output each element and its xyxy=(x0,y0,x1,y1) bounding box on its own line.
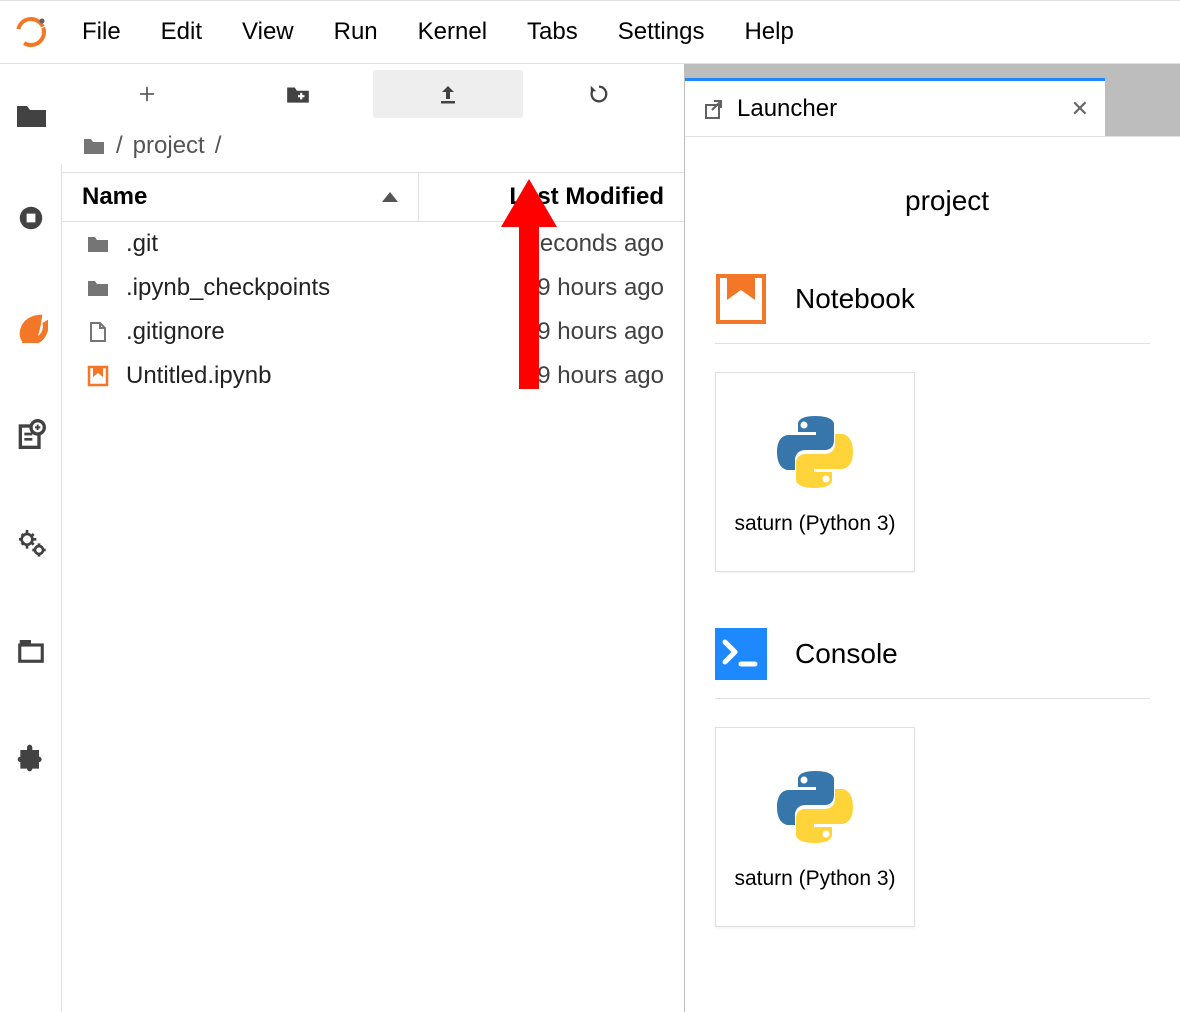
sidebar-folder-icon[interactable] xyxy=(0,64,62,164)
file-row[interactable]: Untitled.ipynb 19 hours ago xyxy=(62,354,684,398)
file-row[interactable]: .ipynb_checkpoints 19 hours ago xyxy=(62,266,684,310)
file-name: .ipynb_checkpoints xyxy=(126,274,429,302)
launcher-section-notebook: Notebook saturn (Python 3) xyxy=(715,273,1150,572)
sidebar-running-icon[interactable] xyxy=(0,164,62,272)
popout-icon xyxy=(701,97,725,121)
launcher-heading: project xyxy=(905,185,1150,217)
file-modified: seconds ago xyxy=(429,230,664,258)
file-row[interactable]: .gitignore 19 hours ago xyxy=(62,310,684,354)
sidebar-extensions-icon[interactable] xyxy=(0,704,62,812)
close-icon[interactable]: ✕ xyxy=(1071,96,1089,122)
file-list: .git seconds ago .ipynb_checkpoints 19 h… xyxy=(62,222,684,398)
sidebar-tabs-icon[interactable] xyxy=(0,596,62,704)
python-icon xyxy=(771,763,859,851)
file-browser-panel: / project / Name Last Modified .git seco… xyxy=(62,64,685,1012)
launcher-panel: project Notebook saturn (Python 3) Conso… xyxy=(685,136,1180,1012)
sidebar-settings-icon[interactable] xyxy=(0,488,62,596)
menu-edit[interactable]: Edit xyxy=(141,12,222,52)
column-name-label: Name xyxy=(82,183,147,211)
tab-title: Launcher xyxy=(737,95,837,123)
file-list-header: Name Last Modified xyxy=(62,172,684,222)
menu-run[interactable]: Run xyxy=(314,12,398,52)
menu-kernel[interactable]: Kernel xyxy=(398,12,507,52)
breadcrumb-folder[interactable]: project xyxy=(133,132,205,160)
file-name: .git xyxy=(126,230,429,258)
card-label: saturn (Python 3) xyxy=(734,867,895,891)
menu-help[interactable]: Help xyxy=(724,12,813,52)
section-title: Console xyxy=(795,638,898,670)
folder-icon xyxy=(82,232,114,256)
folder-icon xyxy=(82,134,106,158)
menubar: File Edit View Run Kernel Tabs Settings … xyxy=(62,12,814,52)
file-browser-toolbar xyxy=(62,64,684,124)
menu-file[interactable]: File xyxy=(62,12,141,52)
menu-settings[interactable]: Settings xyxy=(598,12,725,52)
column-name[interactable]: Name xyxy=(62,173,419,221)
jupyter-logo-icon xyxy=(0,16,62,48)
launcher-section-console: Console saturn (Python 3) xyxy=(715,628,1150,927)
breadcrumb[interactable]: / project / xyxy=(62,124,684,172)
breadcrumb-root[interactable]: / xyxy=(116,132,123,160)
top-menubar: File Edit View Run Kernel Tabs Settings … xyxy=(0,0,1180,64)
sidebar-leaf-icon[interactable] xyxy=(0,272,62,380)
upload-button[interactable] xyxy=(373,70,523,118)
column-modified[interactable]: Last Modified xyxy=(419,173,684,221)
file-modified: 19 hours ago xyxy=(429,318,664,346)
section-title: Notebook xyxy=(795,283,915,315)
menu-tabs[interactable]: Tabs xyxy=(507,12,598,52)
launcher-card-notebook-python[interactable]: saturn (Python 3) xyxy=(715,372,915,572)
file-name: Untitled.ipynb xyxy=(126,362,429,390)
menu-view[interactable]: View xyxy=(222,12,314,52)
sort-ascending-icon xyxy=(382,192,398,202)
notebook-icon xyxy=(82,364,114,388)
tab-launcher[interactable]: Launcher ✕ xyxy=(685,78,1105,136)
work-area: Launcher ✕ project Notebook saturn (Pyth… xyxy=(685,64,1180,1012)
new-folder-button[interactable] xyxy=(223,70,373,118)
tab-bar: Launcher ✕ xyxy=(685,78,1180,136)
folder-icon xyxy=(82,276,114,300)
section-header: Notebook xyxy=(715,273,1150,344)
refresh-button[interactable] xyxy=(524,70,674,118)
file-modified: 19 hours ago xyxy=(429,362,664,390)
console-icon xyxy=(715,628,767,680)
activity-bar xyxy=(0,64,62,1012)
new-launcher-button[interactable] xyxy=(72,70,222,118)
file-name: .gitignore xyxy=(126,318,429,346)
breadcrumb-trail: / xyxy=(215,132,222,160)
file-row[interactable]: .git seconds ago xyxy=(62,222,684,266)
notebook-icon xyxy=(715,273,767,325)
launcher-card-console-python[interactable]: saturn (Python 3) xyxy=(715,727,915,927)
python-icon xyxy=(771,408,859,496)
card-label: saturn (Python 3) xyxy=(734,512,895,536)
sidebar-docs-icon[interactable] xyxy=(0,380,62,488)
file-icon xyxy=(82,320,114,344)
section-header: Console xyxy=(715,628,1150,699)
file-modified: 19 hours ago xyxy=(429,274,664,302)
